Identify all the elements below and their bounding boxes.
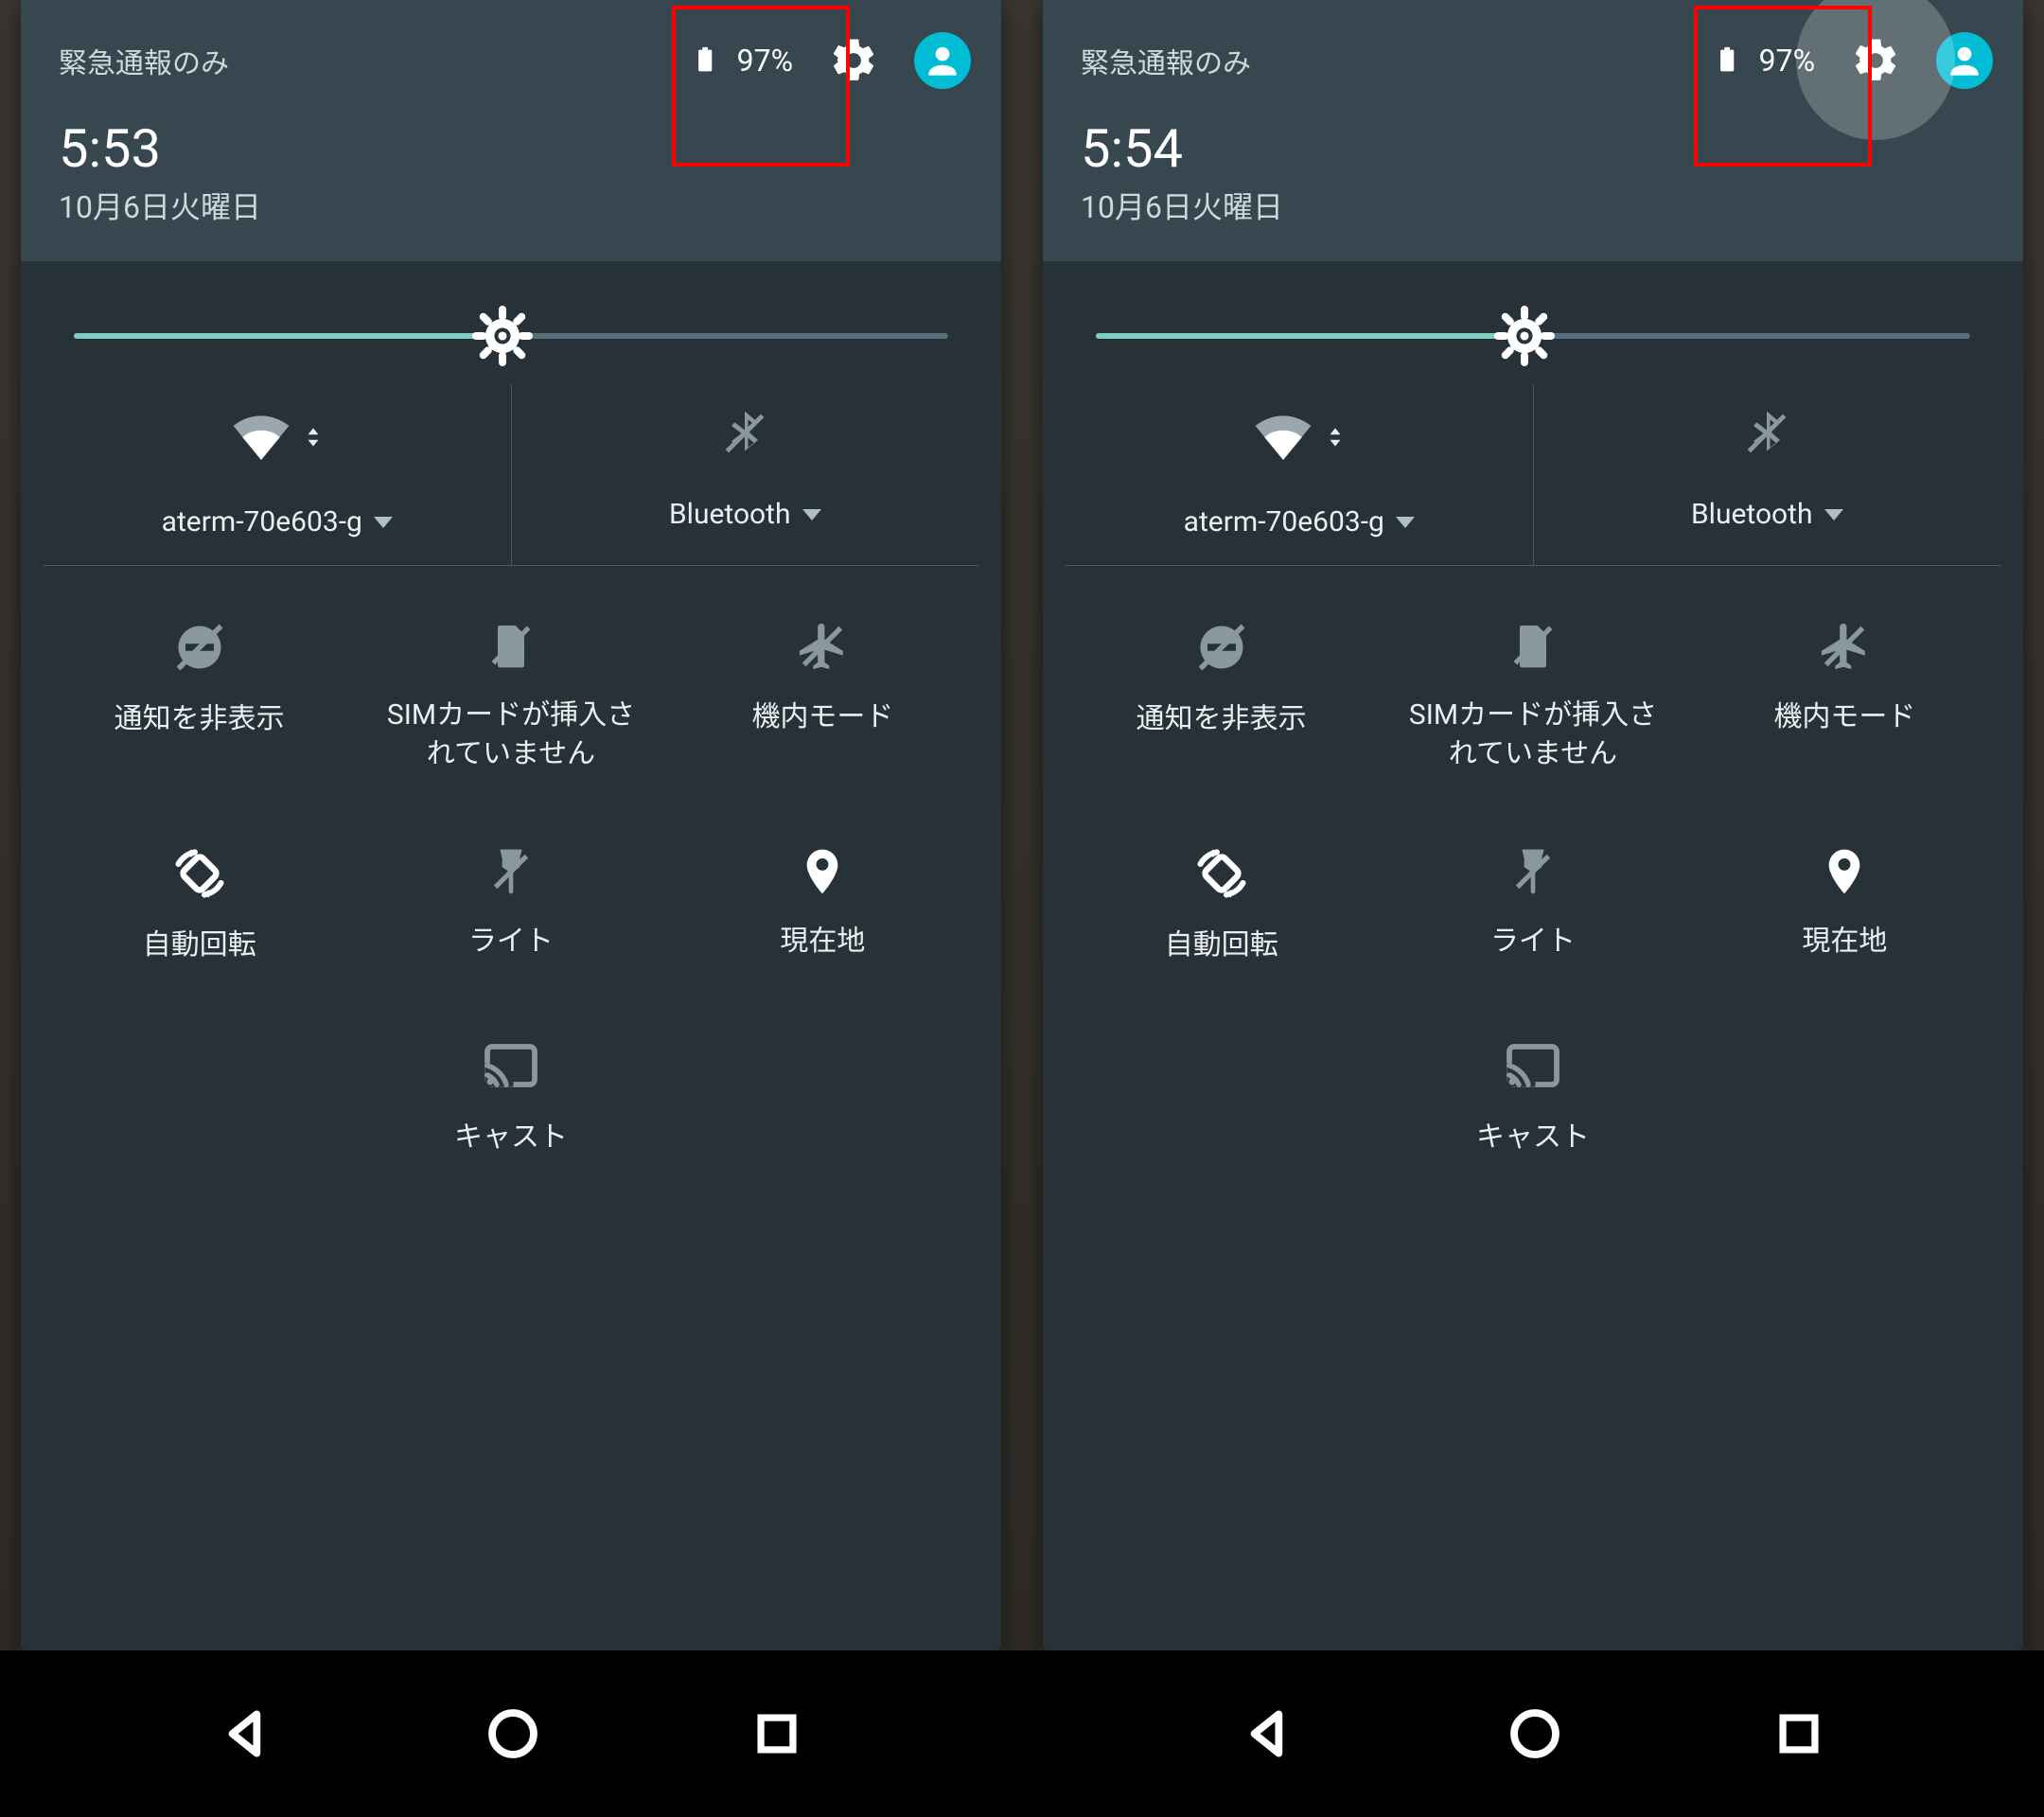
cast-label: キャスト xyxy=(454,1119,568,1157)
dnd-tile[interactable]: 通知を非表示 xyxy=(44,619,355,773)
brightness-icon xyxy=(472,306,533,366)
rotate-icon xyxy=(1193,845,1250,902)
sim-label: SIMカードが挿入さ れていません xyxy=(1409,697,1657,773)
flashlight-tile[interactable]: ライト xyxy=(355,845,666,965)
location-icon xyxy=(796,845,849,898)
clock-date[interactable]: 10月6日火曜日 xyxy=(1081,184,1993,227)
cast-icon xyxy=(483,1037,539,1094)
airplane-icon xyxy=(1817,619,1872,674)
cast-icon xyxy=(1505,1037,1561,1094)
user-avatar-button[interactable] xyxy=(914,32,971,89)
wifi-expand[interactable]: aterm-70e603-g xyxy=(162,492,393,538)
wifi-expand[interactable]: aterm-70e603-g xyxy=(1184,492,1415,538)
nav-recent-button[interactable] xyxy=(1771,1706,1826,1761)
chevron-down-icon xyxy=(374,517,393,528)
nav-back-button[interactable] xyxy=(218,1704,276,1763)
clock-time[interactable]: 5:53 xyxy=(59,117,971,180)
flashlight-icon xyxy=(1507,845,1559,898)
cast-tile[interactable]: キャスト xyxy=(1377,1037,1688,1157)
gear-icon xyxy=(828,35,879,86)
network-status-text: 緊急通報のみ xyxy=(1081,40,1251,81)
rotate-label: 自動回転 xyxy=(143,926,256,965)
location-label: 現在地 xyxy=(1802,923,1887,961)
dnd-icon xyxy=(171,619,228,676)
chevron-down-icon xyxy=(802,509,821,520)
dnd-icon xyxy=(1193,619,1250,676)
clock-date[interactable]: 10月6日火曜日 xyxy=(59,184,971,227)
cast-tile[interactable]: キャスト xyxy=(355,1037,666,1157)
nav-home-button[interactable] xyxy=(484,1704,542,1763)
sim-tile[interactable]: SIMカードが挿入さ れていません xyxy=(355,619,666,773)
airplane-label: 機内モード xyxy=(751,698,893,737)
wifi-tile[interactable]: aterm-70e603-g xyxy=(44,384,512,566)
flashlight-icon xyxy=(485,845,537,898)
sim-tile[interactable]: SIMカードが挿入さ れていません xyxy=(1377,619,1688,773)
wifi-tile[interactable]: aterm-70e603-g xyxy=(1066,384,1534,566)
settings-button[interactable] xyxy=(808,15,899,106)
qs-header: 緊急通報のみ 97% xyxy=(21,0,1001,261)
bluetooth-icon xyxy=(718,407,771,460)
nav-back-button[interactable] xyxy=(1240,1704,1298,1763)
qs-header: 緊急通報のみ 97% xyxy=(1043,0,2023,261)
person-icon xyxy=(922,40,963,81)
wifi-icon xyxy=(1253,407,1313,467)
navigation-bar xyxy=(0,1650,1022,1817)
rotate-tile[interactable]: 自動回転 xyxy=(44,845,355,965)
settings-button[interactable] xyxy=(1830,15,1921,106)
screen-1: 緊急通報のみ 97% xyxy=(1022,0,2044,1817)
airplane-tile[interactable]: 機内モード xyxy=(1689,619,2000,773)
quick-settings-panel: 緊急通報のみ 97% xyxy=(21,0,1001,1650)
rotate-tile[interactable]: 自動回転 xyxy=(1066,845,1377,965)
battery-indicator: 97% xyxy=(692,43,793,79)
bluetooth-tile[interactable]: Bluetooth xyxy=(512,384,979,566)
location-tile[interactable]: 現在地 xyxy=(1689,845,2000,965)
rotate-label: 自動回転 xyxy=(1165,926,1278,965)
flashlight-tile[interactable]: ライト xyxy=(1377,845,1688,965)
dnd-label: 通知を非表示 xyxy=(115,700,285,739)
bluetooth-icon xyxy=(1740,407,1793,460)
brightness-icon xyxy=(1494,306,1555,366)
no-sim-icon xyxy=(1507,619,1559,672)
wifi-icon xyxy=(231,407,291,467)
no-sim-icon xyxy=(485,619,537,672)
location-tile[interactable]: 現在地 xyxy=(667,845,978,965)
chevron-down-icon xyxy=(1396,517,1415,528)
location-label: 現在地 xyxy=(780,923,865,961)
dnd-tile[interactable]: 通知を非表示 xyxy=(1066,619,1377,773)
wifi-label: aterm-70e603-g xyxy=(1184,505,1384,538)
wifi-label: aterm-70e603-g xyxy=(162,505,362,538)
location-icon xyxy=(1818,845,1871,898)
bluetooth-expand[interactable]: Bluetooth xyxy=(1691,485,1843,531)
chevron-down-icon xyxy=(1824,509,1843,520)
rotate-icon xyxy=(171,845,228,902)
cast-label: キャスト xyxy=(1476,1119,1590,1157)
battery-percent-text: 97% xyxy=(737,43,793,79)
flashlight-label: ライト xyxy=(1490,923,1576,961)
dnd-label: 通知を非表示 xyxy=(1137,700,1307,739)
airplane-icon xyxy=(795,619,850,674)
updown-icon xyxy=(1325,422,1346,452)
bluetooth-tile[interactable]: Bluetooth xyxy=(1534,384,2001,566)
brightness-slider[interactable] xyxy=(1043,261,2023,384)
flashlight-label: ライト xyxy=(468,923,554,961)
nav-recent-button[interactable] xyxy=(749,1706,804,1761)
airplane-tile[interactable]: 機内モード xyxy=(667,619,978,773)
navigation-bar xyxy=(1022,1650,2044,1817)
bluetooth-label: Bluetooth xyxy=(669,498,791,531)
nav-home-button[interactable] xyxy=(1506,1704,1564,1763)
brightness-slider[interactable] xyxy=(21,261,1001,384)
quick-settings-panel: 緊急通報のみ 97% xyxy=(1043,0,2023,1650)
sim-label: SIMカードが挿入さ れていません xyxy=(387,697,635,773)
bluetooth-label: Bluetooth xyxy=(1691,498,1813,531)
screen-0: 緊急通報のみ 97% xyxy=(0,0,1022,1817)
network-status-text: 緊急通報のみ xyxy=(59,40,229,81)
updown-icon xyxy=(303,422,324,452)
bluetooth-expand[interactable]: Bluetooth xyxy=(669,485,821,531)
airplane-label: 機内モード xyxy=(1773,698,1915,737)
